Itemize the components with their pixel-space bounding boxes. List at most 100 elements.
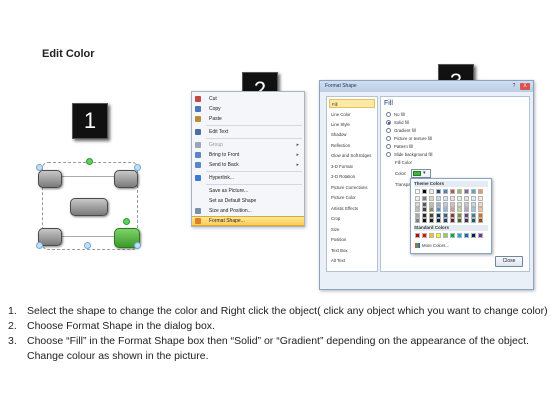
sidebar-item-reflection[interactable]: Reflection bbox=[329, 141, 375, 150]
menu-item-send-to-back[interactable]: Send to Back ▸ bbox=[192, 160, 304, 170]
color-swatch[interactable] bbox=[457, 233, 462, 238]
color-swatch[interactable] bbox=[478, 212, 483, 218]
color-swatch[interactable] bbox=[478, 201, 483, 207]
rounded-shape-center[interactable] bbox=[70, 198, 108, 216]
color-swatch[interactable] bbox=[429, 201, 434, 207]
sidebar-item-picture-corrections[interactable]: Picture Corrections bbox=[329, 183, 375, 192]
rotation-handle[interactable] bbox=[86, 158, 93, 165]
menu-item-group[interactable]: Group ▸ bbox=[192, 140, 304, 150]
sidebar-item-picture-color[interactable]: Picture Color bbox=[329, 193, 375, 202]
color-swatch[interactable] bbox=[443, 233, 448, 238]
color-swatch[interactable] bbox=[436, 196, 441, 201]
color-swatch[interactable] bbox=[429, 189, 434, 194]
color-swatch[interactable] bbox=[464, 212, 469, 218]
color-swatch[interactable] bbox=[415, 212, 420, 218]
sidebar-item-text-box[interactable]: Text Box bbox=[329, 246, 375, 255]
color-swatch[interactable] bbox=[450, 207, 455, 212]
sidebar-item-position[interactable]: Position bbox=[329, 235, 375, 244]
sidebar-item-fill[interactable]: Fill bbox=[329, 99, 375, 108]
color-swatch[interactable] bbox=[436, 212, 441, 218]
color-swatch[interactable] bbox=[457, 207, 462, 212]
menu-item-save-as-picture[interactable]: Save as Picture... bbox=[192, 186, 304, 196]
menu-item-bring-to-front[interactable]: Bring to Front ▸ bbox=[192, 150, 304, 160]
color-swatch[interactable] bbox=[415, 196, 420, 201]
color-swatch[interactable] bbox=[471, 189, 476, 194]
color-swatch[interactable] bbox=[464, 233, 469, 238]
color-swatch[interactable] bbox=[457, 218, 462, 223]
sidebar-item-alt-text[interactable]: Alt Text bbox=[329, 256, 375, 265]
rotation-handle[interactable] bbox=[123, 218, 130, 225]
resize-handle[interactable] bbox=[134, 242, 141, 249]
sidebar-item-crop[interactable]: Crop bbox=[329, 214, 375, 223]
color-swatch[interactable] bbox=[457, 212, 462, 218]
color-swatch[interactable] bbox=[415, 233, 420, 238]
sidebar-item-line-color[interactable]: Line Color bbox=[329, 110, 375, 119]
color-swatch[interactable] bbox=[436, 189, 441, 194]
color-swatch[interactable] bbox=[436, 233, 441, 238]
color-swatch[interactable] bbox=[478, 189, 483, 194]
rounded-shape-top-left[interactable] bbox=[38, 170, 62, 188]
color-swatch[interactable] bbox=[422, 207, 427, 212]
color-swatch[interactable] bbox=[429, 196, 434, 201]
menu-item-size-and-position[interactable]: Size and Position... bbox=[192, 206, 304, 216]
color-swatch[interactable] bbox=[429, 212, 434, 218]
color-swatch[interactable] bbox=[415, 218, 420, 223]
color-swatch[interactable] bbox=[429, 233, 434, 238]
help-icon[interactable]: ? bbox=[511, 83, 517, 89]
color-swatch[interactable] bbox=[436, 218, 441, 223]
color-swatch[interactable] bbox=[478, 218, 483, 223]
color-swatch[interactable] bbox=[464, 218, 469, 223]
menu-item-paste[interactable]: Paste bbox=[192, 114, 304, 124]
menu-item-hyperlink[interactable]: Hyperlink... bbox=[192, 173, 304, 183]
color-swatch[interactable] bbox=[422, 218, 427, 223]
color-swatch[interactable] bbox=[471, 212, 476, 218]
color-swatch[interactable] bbox=[436, 207, 441, 212]
sidebar-item-3d-rotation[interactable]: 3-D Rotation bbox=[329, 172, 375, 181]
sidebar-item-size[interactable]: Size bbox=[329, 225, 375, 234]
color-picker-button[interactable]: ▾ bbox=[411, 169, 431, 178]
resize-handle[interactable] bbox=[36, 242, 43, 249]
color-swatch[interactable] bbox=[443, 212, 448, 218]
color-swatch[interactable] bbox=[422, 196, 427, 201]
color-swatch[interactable] bbox=[443, 207, 448, 212]
color-swatch[interactable] bbox=[478, 207, 483, 212]
color-swatch[interactable] bbox=[443, 218, 448, 223]
color-swatch[interactable] bbox=[464, 201, 469, 207]
color-swatch[interactable] bbox=[471, 233, 476, 238]
sidebar-item-3d-format[interactable]: 3-D Format bbox=[329, 162, 375, 171]
resize-handle[interactable] bbox=[36, 164, 43, 171]
color-swatch[interactable] bbox=[450, 218, 455, 223]
color-swatch[interactable] bbox=[450, 212, 455, 218]
color-swatch[interactable] bbox=[457, 196, 462, 201]
color-swatch[interactable] bbox=[422, 212, 427, 218]
close-icon[interactable]: X bbox=[520, 83, 530, 90]
color-swatch[interactable] bbox=[443, 189, 448, 194]
sidebar-item-artistic-effects[interactable]: Artistic Effects bbox=[329, 204, 375, 213]
color-swatch[interactable] bbox=[471, 218, 476, 223]
color-swatch[interactable] bbox=[415, 207, 420, 212]
color-swatch[interactable] bbox=[471, 207, 476, 212]
color-swatch[interactable] bbox=[436, 201, 441, 207]
menu-item-copy[interactable]: Copy bbox=[192, 104, 304, 114]
color-swatch[interactable] bbox=[415, 201, 420, 207]
color-swatch[interactable] bbox=[429, 207, 434, 212]
color-swatch[interactable] bbox=[450, 189, 455, 194]
color-swatch[interactable] bbox=[415, 189, 420, 194]
color-swatch[interactable] bbox=[478, 196, 483, 201]
sidebar-item-glow[interactable]: Glow and Soft Edges bbox=[329, 151, 375, 160]
color-swatch[interactable] bbox=[464, 207, 469, 212]
color-swatch[interactable] bbox=[443, 196, 448, 201]
color-swatch[interactable] bbox=[422, 189, 427, 194]
menu-item-cut[interactable]: Cut bbox=[192, 94, 304, 104]
color-swatch[interactable] bbox=[471, 196, 476, 201]
sidebar-item-shadow[interactable]: Shadow bbox=[329, 130, 375, 139]
color-swatch[interactable] bbox=[457, 201, 462, 207]
close-button[interactable]: Close bbox=[495, 256, 523, 267]
color-swatch[interactable] bbox=[478, 233, 483, 238]
color-swatch[interactable] bbox=[443, 201, 448, 207]
rounded-shape-top-right[interactable] bbox=[114, 170, 138, 188]
color-swatch[interactable] bbox=[464, 196, 469, 201]
color-swatch[interactable] bbox=[422, 201, 427, 207]
color-swatch[interactable] bbox=[464, 189, 469, 194]
color-swatch[interactable] bbox=[457, 189, 462, 194]
